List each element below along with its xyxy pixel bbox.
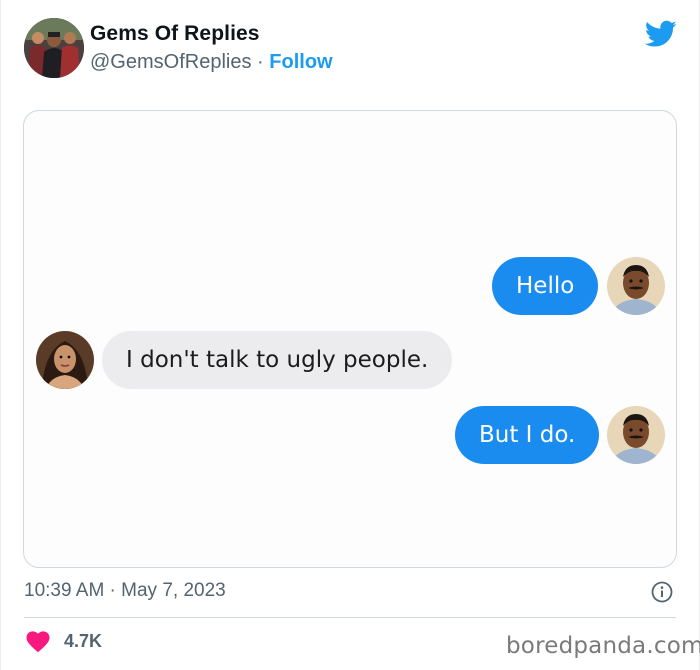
author-handle-line: @GemsOfReplies · Follow	[90, 51, 333, 74]
sent-message-bubble: But I do.	[455, 406, 600, 464]
info-icon[interactable]	[651, 581, 673, 603]
author-handle[interactable]: @GemsOfReplies	[90, 51, 251, 73]
like-count[interactable]: 4.7K	[64, 631, 102, 652]
author-display-name[interactable]: Gems Of Replies	[90, 22, 333, 46]
follow-button[interactable]: Follow	[269, 51, 332, 73]
sent-message-bubble: Hello	[492, 257, 599, 315]
footer-divider	[24, 617, 676, 618]
tweet-card: Gems Of Replies @GemsOfReplies · Follow …	[0, 0, 700, 670]
tweet-media-image[interactable]: Hello I don't talk to ugly people. But I…	[23, 110, 677, 568]
received-message-bubble: I don't talk to ugly people.	[102, 331, 453, 389]
separator-dot: ·	[257, 51, 264, 73]
watermark: boredpanda.com	[506, 633, 700, 659]
tweet-timestamp[interactable]: 10:39 AM · May 7, 2023	[24, 580, 226, 602]
recipient-avatar	[36, 331, 94, 389]
twitter-bird-icon[interactable]	[644, 20, 677, 48]
heart-icon[interactable]	[26, 631, 50, 653]
author-info: Gems Of Replies @GemsOfReplies · Follow	[90, 22, 333, 74]
sender-avatar	[607, 406, 665, 464]
author-avatar[interactable]	[24, 18, 84, 78]
sender-avatar	[607, 257, 665, 315]
